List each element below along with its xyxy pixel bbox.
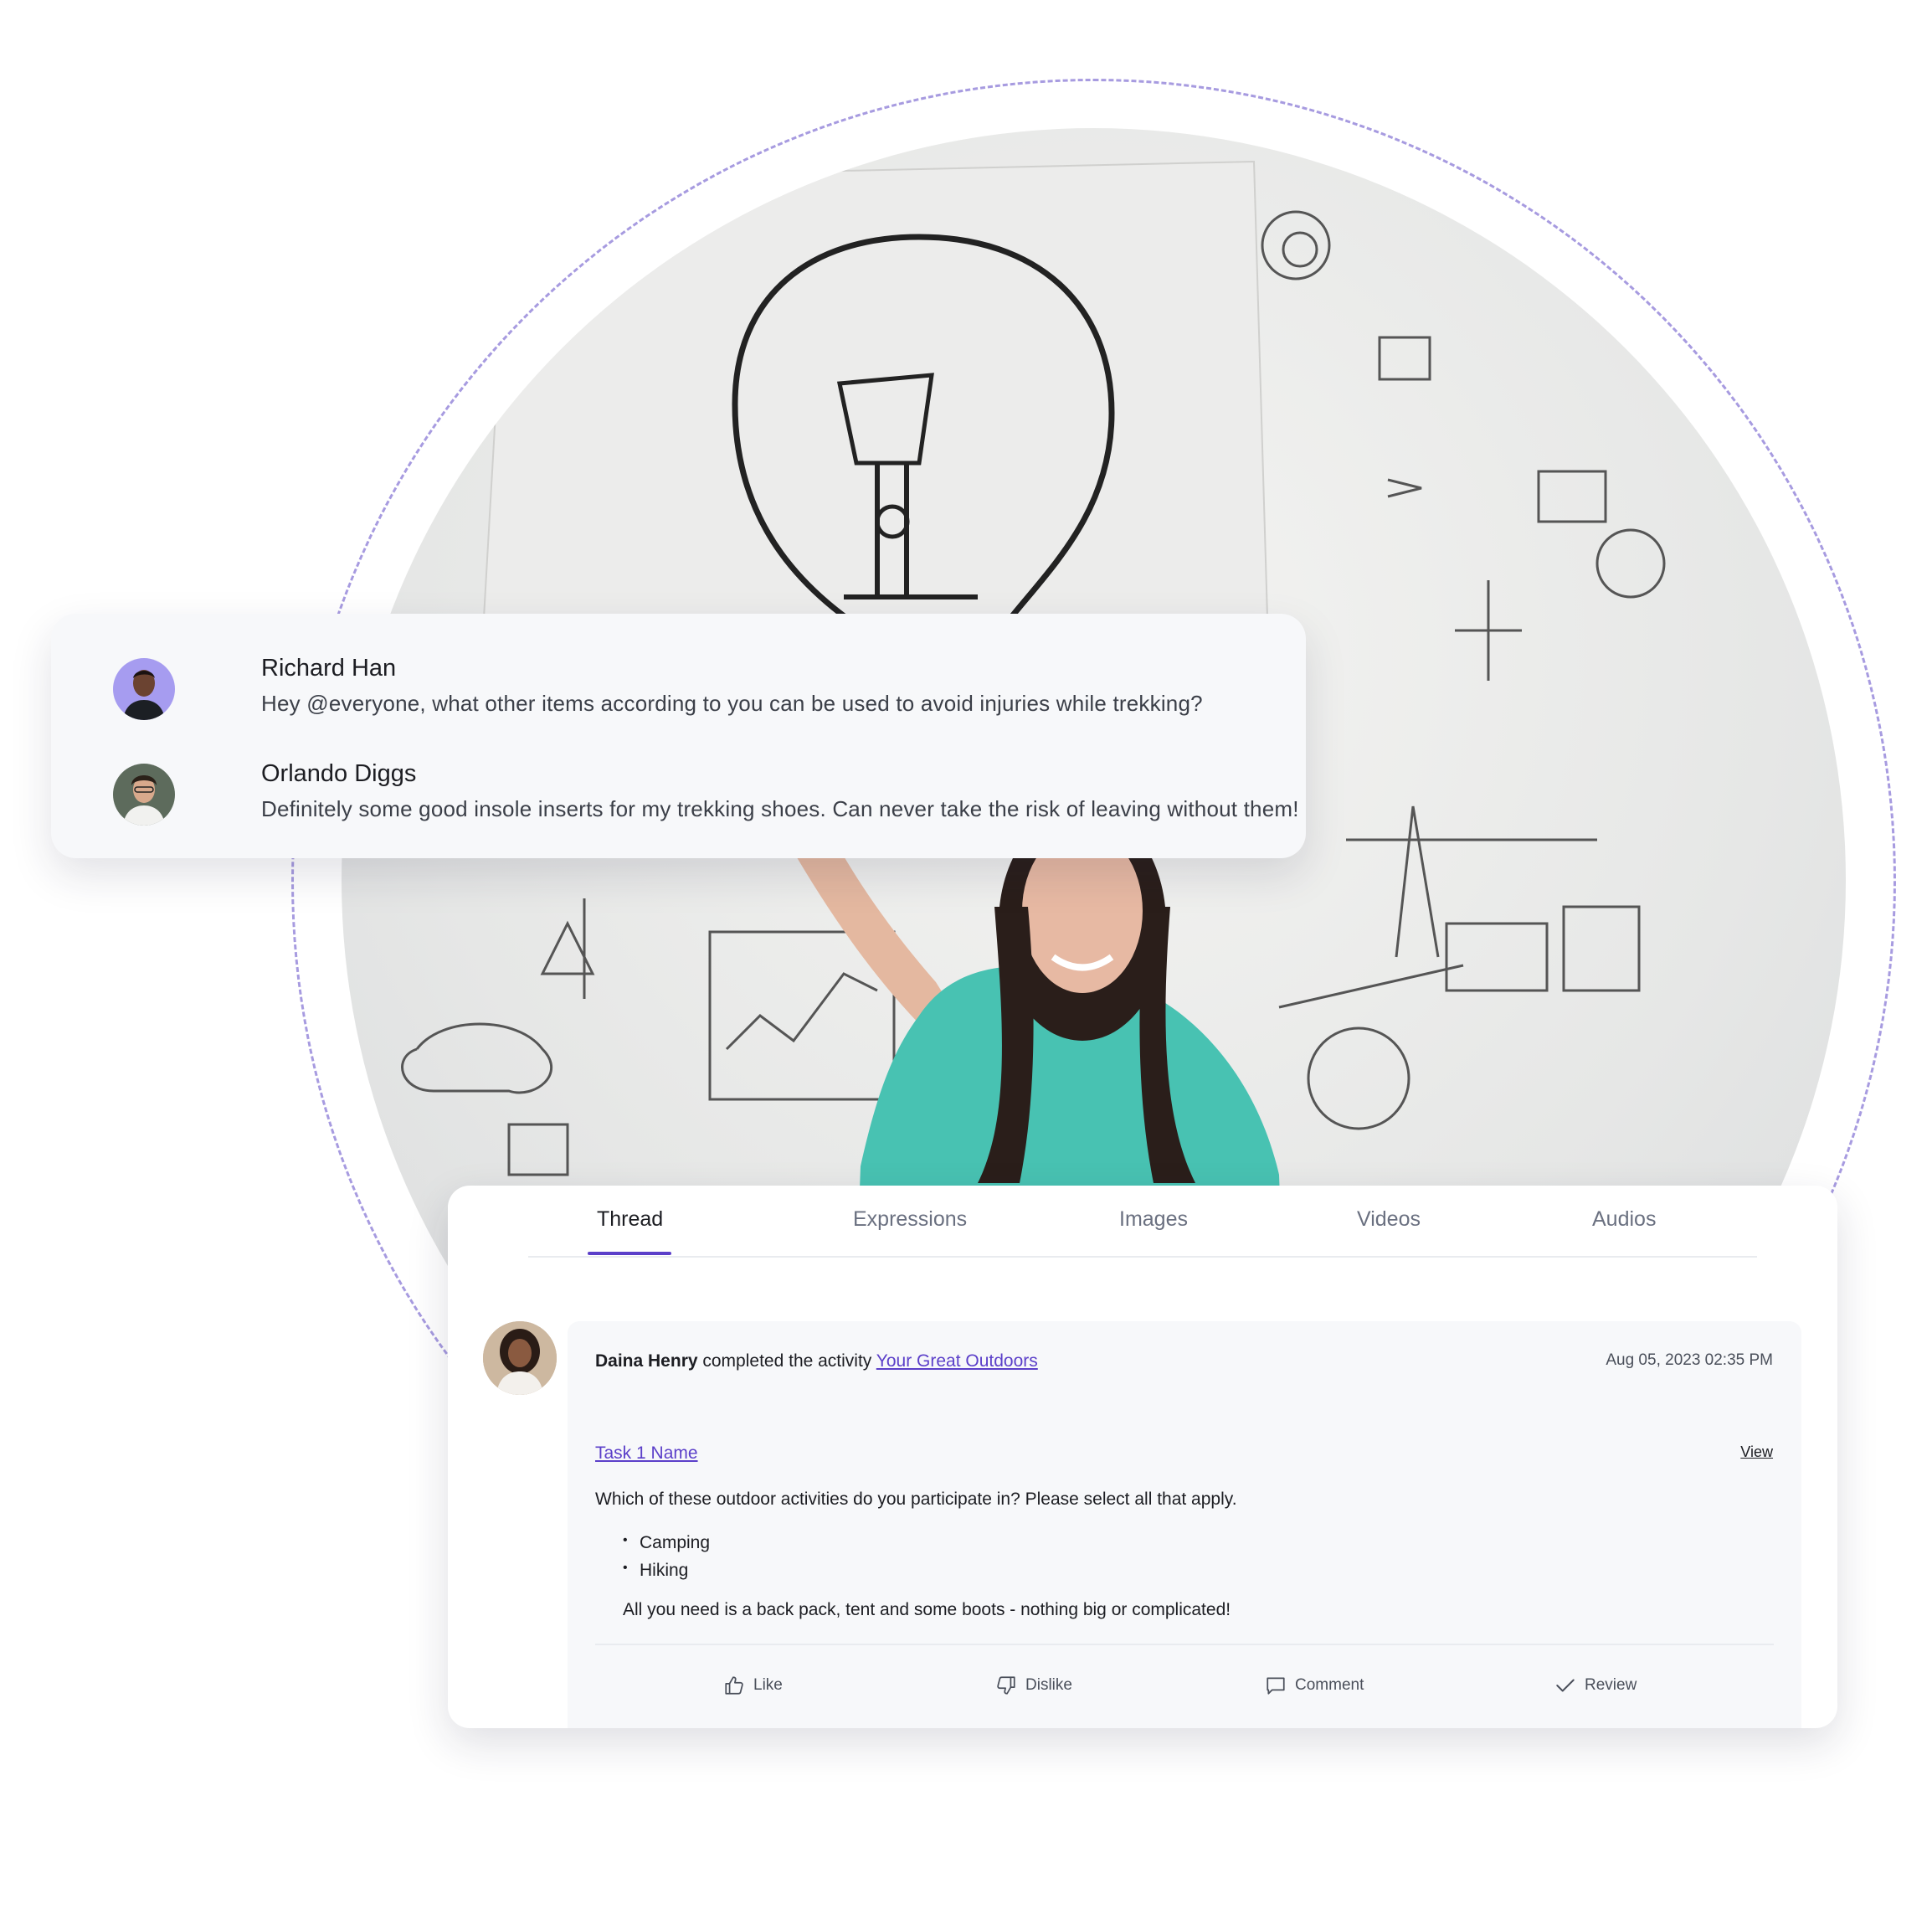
- review-label: Review: [1585, 1676, 1637, 1694]
- comment-icon: [1267, 1677, 1285, 1695]
- task-question: Which of these outdoor activities do you…: [595, 1490, 1237, 1509]
- view-button[interactable]: View: [1740, 1443, 1773, 1461]
- tab-bar: Thread Expressions Images Videos Audios: [528, 1186, 1757, 1258]
- divider: [595, 1644, 1774, 1645]
- thumbs-down-icon: [997, 1676, 1015, 1695]
- post-card: Daina Henry completed the activity Your …: [568, 1321, 1801, 1728]
- post-comment: All you need is a back pack, tent and so…: [623, 1600, 1231, 1619]
- activity-panel: Thread Expressions Images Videos Audios …: [448, 1186, 1837, 1728]
- post-author-avatar[interactable]: [483, 1321, 557, 1395]
- thumbs-up-icon: [725, 1676, 743, 1695]
- tab-thread[interactable]: Thread: [597, 1207, 663, 1232]
- tab-audios[interactable]: Audios: [1592, 1207, 1656, 1232]
- chat-message: Orlando Diggs Definitely some good insol…: [113, 760, 1298, 836]
- answer-item: Camping: [623, 1533, 710, 1561]
- comment-button[interactable]: Comment: [1265, 1671, 1364, 1700]
- tab-expressions[interactable]: Expressions: [853, 1207, 967, 1232]
- avatar[interactable]: [113, 764, 175, 826]
- dislike-button[interactable]: Dislike: [995, 1671, 1072, 1700]
- like-label: Like: [753, 1676, 783, 1694]
- chat-message-text: Definitely some good insole inserts for …: [261, 796, 1299, 821]
- review-button[interactable]: Review: [1554, 1671, 1637, 1700]
- chat-author-name: Richard Han: [261, 655, 397, 682]
- post-author-name[interactable]: Daina Henry: [595, 1351, 698, 1371]
- chat-card: Richard Han Hey @everyone, what other it…: [51, 614, 1306, 858]
- active-tab-indicator: [588, 1252, 671, 1255]
- avatar[interactable]: [113, 658, 175, 720]
- post-action-text: completed the activity: [697, 1351, 876, 1371]
- dislike-label: Dislike: [1025, 1676, 1072, 1694]
- post-timestamp: Aug 05, 2023 02:35 PM: [1606, 1351, 1773, 1369]
- task-link[interactable]: Task 1 Name: [595, 1443, 698, 1464]
- tab-videos[interactable]: Videos: [1357, 1207, 1421, 1232]
- chat-message: Richard Han Hey @everyone, what other it…: [113, 655, 1277, 730]
- comment-label: Comment: [1295, 1676, 1364, 1694]
- answer-item: Hiking: [623, 1561, 710, 1588]
- tab-images[interactable]: Images: [1119, 1207, 1188, 1232]
- chat-author-name: Orlando Diggs: [261, 760, 417, 787]
- activity-link[interactable]: Your Great Outdoors: [876, 1351, 1038, 1371]
- answer-list: Camping Hiking: [623, 1533, 710, 1588]
- post-header: Daina Henry completed the activity Your …: [595, 1351, 1038, 1371]
- like-button[interactable]: Like: [723, 1671, 783, 1700]
- check-icon: [1556, 1679, 1575, 1692]
- chat-message-text: Hey @everyone, what other items accordin…: [261, 691, 1203, 716]
